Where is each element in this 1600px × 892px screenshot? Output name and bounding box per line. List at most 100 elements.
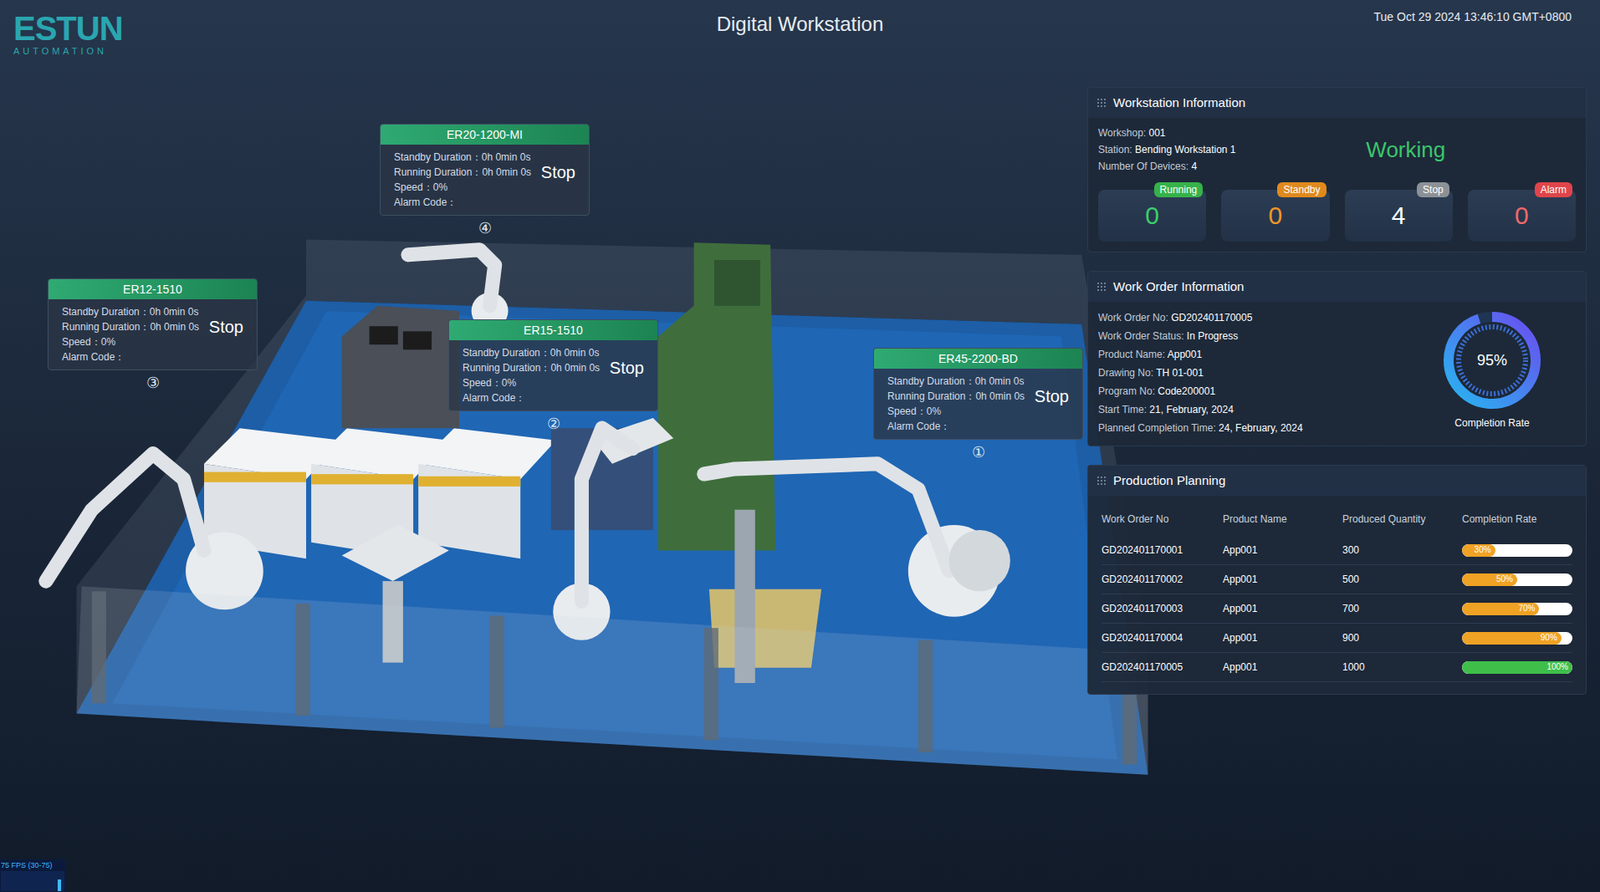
device-card-header: ER15-1510 xyxy=(449,320,658,341)
device-status: Stop xyxy=(209,314,244,340)
panel-header: Production Planning xyxy=(1088,465,1586,496)
progress-track: 90% xyxy=(1461,632,1573,645)
device-field: Alarm Code： xyxy=(61,349,205,365)
field-label: Start Time: xyxy=(1098,403,1150,416)
device-name: ER45-2200-BD xyxy=(938,350,1018,369)
field-value: 0h 0min 0s xyxy=(481,166,532,179)
counter-badge: Running xyxy=(1154,182,1204,198)
device-marker: ③ xyxy=(146,375,160,391)
panel-header: Work Order Information xyxy=(1088,271,1586,302)
panel-icon xyxy=(1096,281,1107,292)
field-label: Work Order Status: xyxy=(1098,330,1187,343)
progress-track: 70% xyxy=(1461,603,1573,616)
field-label: Alarm Code： xyxy=(887,420,951,433)
progress-track: 50% xyxy=(1461,573,1573,587)
table-cell: GD202401170002 xyxy=(1101,572,1223,588)
device-card[interactable]: ER15-1510 Standby Duration： 0h 0min 0sRunn… xyxy=(448,319,659,432)
field-label: Standby Duration： xyxy=(61,306,150,318)
column-header: Product Name xyxy=(1222,511,1343,527)
device-card-header: ER45-2200-BD xyxy=(874,348,1083,369)
field-value: Code200001 xyxy=(1157,385,1216,398)
device-card-content: Standby Duration：0h 0min 0sRunning Durat… xyxy=(48,299,257,370)
device-field: Running Duration：0h 0min 0s xyxy=(61,319,205,335)
device-card-content: Standby Duration： 0h 0min 0sRunning Durat… xyxy=(449,340,658,411)
right-wrap: Workstation InformationWorkshop: 001Stat… xyxy=(0,60,1600,696)
completion-reading: 95% xyxy=(1477,349,1508,373)
panel-body: Workshop: 001Station: Bending Workstatio… xyxy=(1088,117,1586,252)
device-name: ER20-1200-MI xyxy=(446,126,523,144)
table-row[interactable]: GD202401170003App00170070% xyxy=(1101,594,1573,624)
table-cell: GD202401170004 xyxy=(1101,630,1223,646)
field-label: Planned Completion Time: xyxy=(1098,422,1219,435)
field-label: Work Order No: xyxy=(1098,311,1171,324)
field-value: 0h 0min 0s xyxy=(975,390,1025,403)
table-cell: GD202401170001 xyxy=(1101,542,1223,558)
info-field: Station: Bending Workstation 1 xyxy=(1098,141,1237,159)
device-fields: Standby Duration：0h 0min 0sRunning Durat… xyxy=(887,373,1030,435)
device-card[interactable]: ER12-1510 Standby Duration：0h 0min 0sRunn… xyxy=(47,278,258,391)
column-header: Produced Quantity xyxy=(1342,511,1462,527)
fps-bar xyxy=(57,879,62,892)
info-field: Drawing No: TH 01-001 xyxy=(1098,363,1409,383)
device-field: Speed：0% xyxy=(887,403,1030,420)
datetime: Tue Oct 29 2024 13:46:10 GMT+0800 xyxy=(1374,8,1572,61)
field-value: 0% xyxy=(501,377,517,389)
table-row[interactable]: GD202401170002App00150050% xyxy=(1101,565,1573,595)
field-value: In Progress xyxy=(1186,330,1238,343)
progress-fill: 30% xyxy=(1461,544,1496,558)
device-fields: Standby Duration：0h 0min 0sRunning Durat… xyxy=(61,304,205,365)
device-status: Stop xyxy=(609,355,645,381)
info-field: Work Order Status: In Progress xyxy=(1098,327,1409,346)
device-field: Running Duration：0h 0min 0s xyxy=(393,164,537,180)
workstation-panel: Workstation InformationWorkshop: 001Stat… xyxy=(1087,86,1587,253)
device-field: Running Duration：0h 0min 0s xyxy=(887,388,1030,404)
panel-icon xyxy=(1096,97,1107,108)
table-header: Work Order NoProduct NameProduced Quanti… xyxy=(1101,502,1573,537)
field-value: 0% xyxy=(926,405,941,418)
field-value: App001 xyxy=(1167,348,1202,361)
device-card[interactable]: ER45-2200-BD Standby Duration：0h 0min 0sR… xyxy=(873,347,1084,461)
table-row[interactable]: GD202401170004App00190090% xyxy=(1101,623,1573,654)
table-cell: App001 xyxy=(1222,572,1343,588)
table-cell: GD202401170005 xyxy=(1101,659,1223,675)
device-card-body: ER15-1510 Standby Duration： 0h 0min 0sRunn… xyxy=(448,319,659,412)
field-label: Workshop: xyxy=(1098,127,1149,139)
device-status: Stop xyxy=(1034,383,1069,409)
progress-track: 30% xyxy=(1461,544,1573,558)
state-box: Working xyxy=(1236,124,1576,175)
logo: ESTUNAUTOMATION xyxy=(13,11,538,61)
planning-panel: Production Planning Work Order NoProduct … xyxy=(1087,465,1587,696)
info-field: Work Order No: GD202401170005 xyxy=(1098,308,1409,328)
field-value: 24, February, 2024 xyxy=(1218,422,1304,435)
counter-value: 0 xyxy=(1268,203,1284,229)
table-row[interactable]: GD202401170001App00130030% xyxy=(1101,536,1573,566)
workstation-state: Working xyxy=(1365,133,1446,167)
donut-center: 95% xyxy=(1440,308,1544,413)
counter-badge: Stop xyxy=(1416,182,1450,198)
table-cell: App001 xyxy=(1222,659,1343,675)
workstation-top: Workshop: 001Station: Bending Workstatio… xyxy=(1098,124,1576,175)
device-field: Speed：0% xyxy=(61,334,205,350)
field-value: 21, February, 2024 xyxy=(1149,403,1234,416)
planning-table: Work Order NoProduct NameProduced Quanti… xyxy=(1088,495,1586,695)
device-card-header: ER20-1200-MI xyxy=(380,124,589,145)
progress-reading: 100% xyxy=(1546,663,1569,672)
field-value: 0% xyxy=(433,181,448,194)
counter-value: 0 xyxy=(1145,203,1160,229)
device-card[interactable]: ER20-1200-MI Standby Duration：0h 0min 0sR… xyxy=(379,123,590,236)
device-field: Standby Duration：0h 0min 0s xyxy=(61,304,205,320)
field-label: Standby Duration： xyxy=(462,347,551,359)
work-order-panel: Work Order Information Work Order No: GD2… xyxy=(1087,270,1587,447)
field-label: Running Duration： xyxy=(61,321,150,333)
device-card-header: ER12-1510 xyxy=(48,279,257,300)
field-label: Running Duration： xyxy=(462,362,551,374)
device-name: ER12-1510 xyxy=(122,281,183,299)
completion-box: 95%Completion Rate xyxy=(1408,308,1576,438)
device-fields: Standby Duration：0h 0min 0sRunning Durat… xyxy=(393,149,537,210)
progress-reading: 30% xyxy=(1474,546,1492,555)
table-cell: 300 xyxy=(1342,542,1462,558)
dashboard: ESTUNAUTOMATIONDigital WorkstationTue Oc… xyxy=(0,0,1600,696)
field-value: 0h 0min 0s xyxy=(550,362,600,374)
progress-reading: 50% xyxy=(1496,575,1514,584)
table-row[interactable]: GD202401170005App0011000100% xyxy=(1101,653,1573,683)
